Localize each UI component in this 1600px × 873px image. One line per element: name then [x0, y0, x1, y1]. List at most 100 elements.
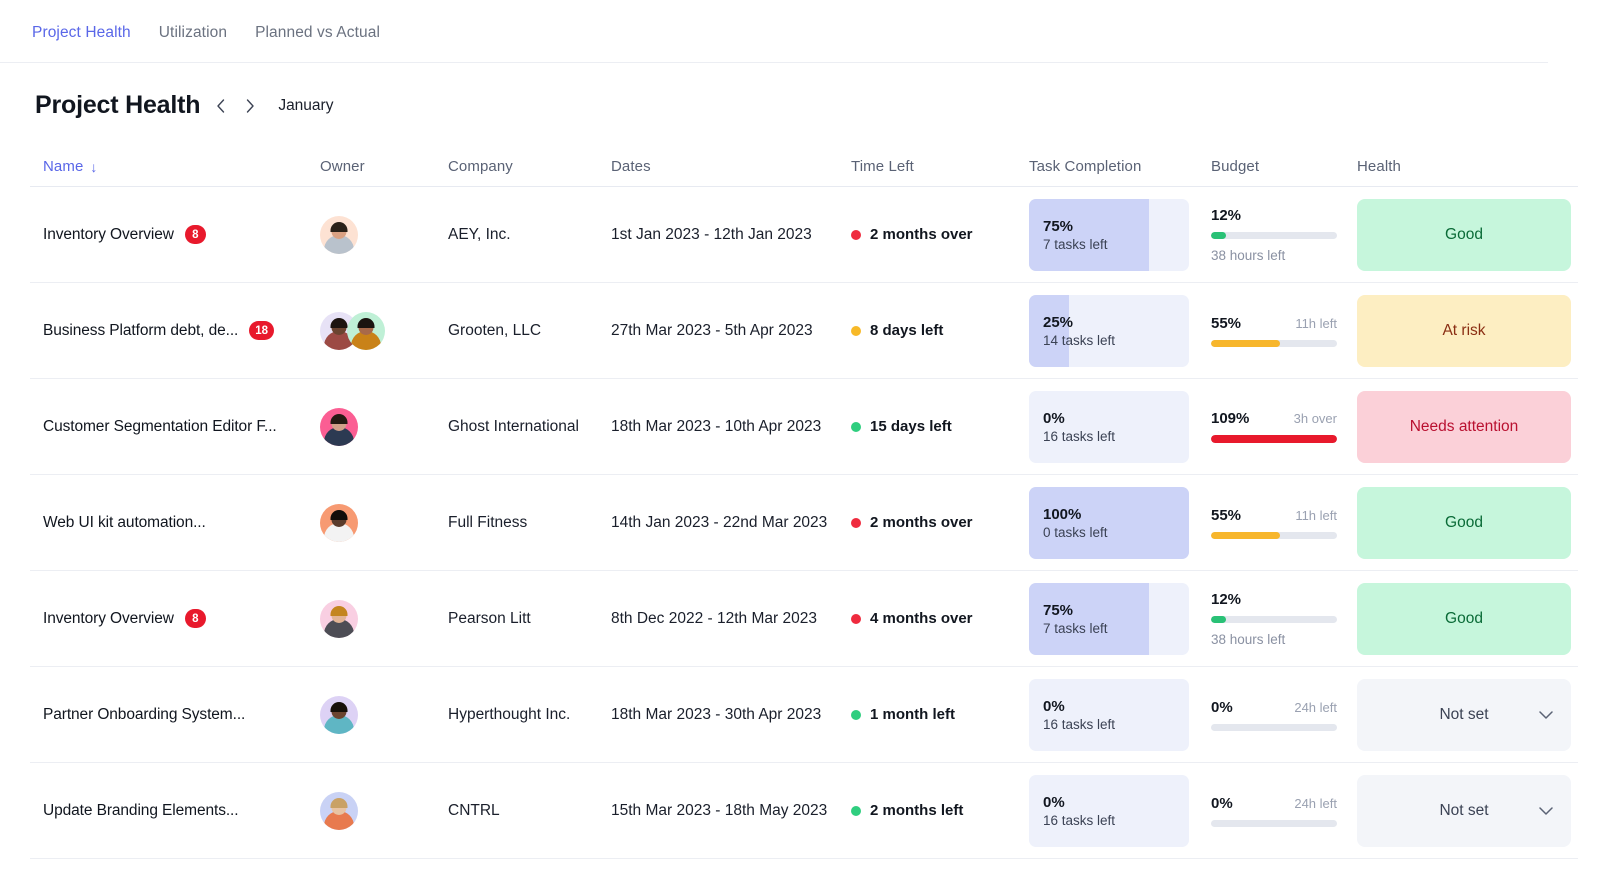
cell-name[interactable]: Customer Segmentation Editor F...: [30, 379, 320, 475]
cell-dates: 1st Jan 2023 - 12th Jan 2023: [611, 187, 851, 283]
health-status-badge[interactable]: Needs attention: [1357, 390, 1571, 463]
table-row[interactable]: Partner Onboarding System... Hyperthought…: [30, 667, 1578, 763]
cell-task-completion: 75% 7 tasks left: [1029, 187, 1211, 283]
column-header-time[interactable]: Time Left: [851, 158, 1029, 175]
cell-dates: 15th Mar 2023 - 18th May 2023: [611, 763, 851, 859]
chevron-right-icon[interactable]: [240, 96, 260, 116]
table-row[interactable]: Web UI kit automation... Full Fitness 14th…: [30, 475, 1578, 571]
cell-owner[interactable]: [320, 763, 448, 859]
task-completion-gauge: 0% 16 tasks left: [1029, 678, 1189, 751]
project-name: Business Platform debt, de...: [43, 321, 239, 339]
chevron-down-icon[interactable]: [1539, 710, 1553, 719]
column-header-label: Budget: [1211, 158, 1260, 175]
task-completion-gauge: 75% 7 tasks left: [1029, 198, 1189, 271]
column-header-health[interactable]: Health: [1357, 158, 1572, 175]
budget-note: 24h left: [1294, 699, 1337, 715]
health-status-badge[interactable]: Good: [1357, 582, 1571, 655]
budget-gauge: 55% 11h left: [1211, 507, 1337, 539]
task-completion-gauge: 100% 0 tasks left: [1029, 486, 1189, 559]
column-header-comp[interactable]: Company: [448, 158, 611, 175]
company-name: Pearson Litt: [448, 609, 531, 627]
avatar-hair: [357, 317, 375, 328]
health-status-badge[interactable]: Not set: [1357, 678, 1571, 751]
table-row[interactable]: Inventory Overview 8 Pearson Litt 8th Dec 2…: [30, 571, 1578, 667]
company-name: Hyperthought Inc.: [448, 705, 571, 723]
table-row[interactable]: Inventory Overview 8 AEY, Inc. 1st Jan 2023…: [30, 187, 1578, 283]
health-status-badge[interactable]: Good: [1357, 198, 1571, 271]
cell-name[interactable]: Update Branding Elements...: [30, 763, 320, 859]
time-left-label: 1 month left: [870, 706, 955, 723]
avatar[interactable]: [320, 215, 358, 254]
avatar[interactable]: [320, 503, 358, 542]
company-name: CNTRL: [448, 801, 500, 819]
avatar[interactable]: [320, 791, 358, 830]
health-status-badge[interactable]: Not set: [1357, 774, 1571, 847]
tab-planned-vs-actual[interactable]: Planned vs Actual: [255, 24, 380, 42]
column-header-owner[interactable]: Owner: [320, 158, 448, 175]
avatar[interactable]: [320, 695, 358, 734]
table-row[interactable]: Business Platform debt, de... 18 Grooten, …: [30, 283, 1578, 379]
cell-task-completion: 75% 7 tasks left: [1029, 571, 1211, 667]
cell-budget: 55% 11h left: [1211, 475, 1357, 571]
time-left-indicator: 2 months left: [851, 802, 963, 819]
cell-name[interactable]: Web UI kit automation...: [30, 475, 320, 571]
avatar-hair: [330, 413, 348, 424]
health-status-badge[interactable]: At risk: [1357, 294, 1571, 367]
project-name: Inventory Overview: [43, 609, 174, 627]
time-left-label: 2 months over: [870, 514, 973, 531]
date-range: 27th Mar 2023 - 5th Apr 2023: [611, 321, 813, 339]
cell-name[interactable]: Partner Onboarding System...: [30, 667, 320, 763]
column-header-dates[interactable]: Dates: [611, 158, 851, 175]
health-status-badge[interactable]: Good: [1357, 486, 1571, 559]
budget-gauge: 0% 24h left: [1211, 795, 1337, 827]
cell-dates: 14th Jan 2023 - 22nd Mar 2023: [611, 475, 851, 571]
health-status-label: Needs attention: [1409, 417, 1519, 435]
cell-name[interactable]: Inventory Overview 8: [30, 187, 320, 283]
cell-budget: 109% 3h over: [1211, 379, 1357, 475]
budget-note: 24h left: [1294, 795, 1337, 811]
avatar-group: [320, 599, 358, 638]
budget-progress-bar: [1211, 435, 1337, 443]
cell-owner[interactable]: [320, 667, 448, 763]
column-header-budget[interactable]: Budget: [1211, 158, 1357, 175]
avatar[interactable]: [320, 407, 358, 446]
avatar-group: [320, 215, 358, 254]
cell-owner[interactable]: [320, 475, 448, 571]
status-dot-icon: [851, 805, 861, 816]
project-name: Update Branding Elements...: [43, 801, 239, 819]
avatar[interactable]: [320, 599, 358, 638]
date-range: 14th Jan 2023 - 22nd Mar 2023: [611, 513, 828, 531]
chevron-down-icon[interactable]: [1539, 806, 1553, 815]
chevron-left-icon[interactable]: [210, 96, 230, 116]
cell-task-completion: 100% 0 tasks left: [1029, 475, 1211, 571]
cell-budget: 0% 24h left: [1211, 667, 1357, 763]
avatar[interactable]: [347, 311, 385, 350]
cell-owner[interactable]: [320, 187, 448, 283]
health-status-label: Not set: [1439, 801, 1489, 819]
task-completion-percent: 100%: [1043, 505, 1082, 523]
budget-progress-bar: [1211, 231, 1337, 239]
budget-progress-bar: [1211, 339, 1337, 347]
task-completion-percent: 0%: [1043, 793, 1065, 811]
sort-descending-icon[interactable]: ↓: [90, 160, 97, 174]
budget-progress-bar: [1211, 723, 1337, 731]
column-header-name[interactable]: Name ↓: [30, 158, 320, 175]
task-completion-percent: 75%: [1043, 601, 1074, 619]
tab-project-health[interactable]: Project Health: [32, 24, 131, 42]
cell-company: CNTRL: [448, 763, 611, 859]
column-header-task[interactable]: Task Completion: [1029, 158, 1211, 175]
cell-owner[interactable]: [320, 283, 448, 379]
tab-utilization[interactable]: Utilization: [159, 24, 227, 42]
table-row[interactable]: Update Branding Elements... CNTRL 15th Mar…: [30, 763, 1578, 859]
cell-time-left: 2 months over: [851, 187, 1029, 283]
cell-owner[interactable]: [320, 571, 448, 667]
table-row[interactable]: Customer Segmentation Editor F... Ghost I…: [30, 379, 1578, 475]
project-health-table: Name ↓ Owner Company Dates Time Left Task Comp…: [0, 147, 1600, 859]
avatar-hair: [330, 317, 348, 328]
cell-owner[interactable]: [320, 379, 448, 475]
time-left-label: 15 days left: [870, 418, 952, 435]
cell-health: Not set: [1357, 763, 1572, 859]
cell-name[interactable]: Business Platform debt, de... 18: [30, 283, 320, 379]
column-header-label: Name: [43, 158, 84, 175]
cell-name[interactable]: Inventory Overview 8: [30, 571, 320, 667]
